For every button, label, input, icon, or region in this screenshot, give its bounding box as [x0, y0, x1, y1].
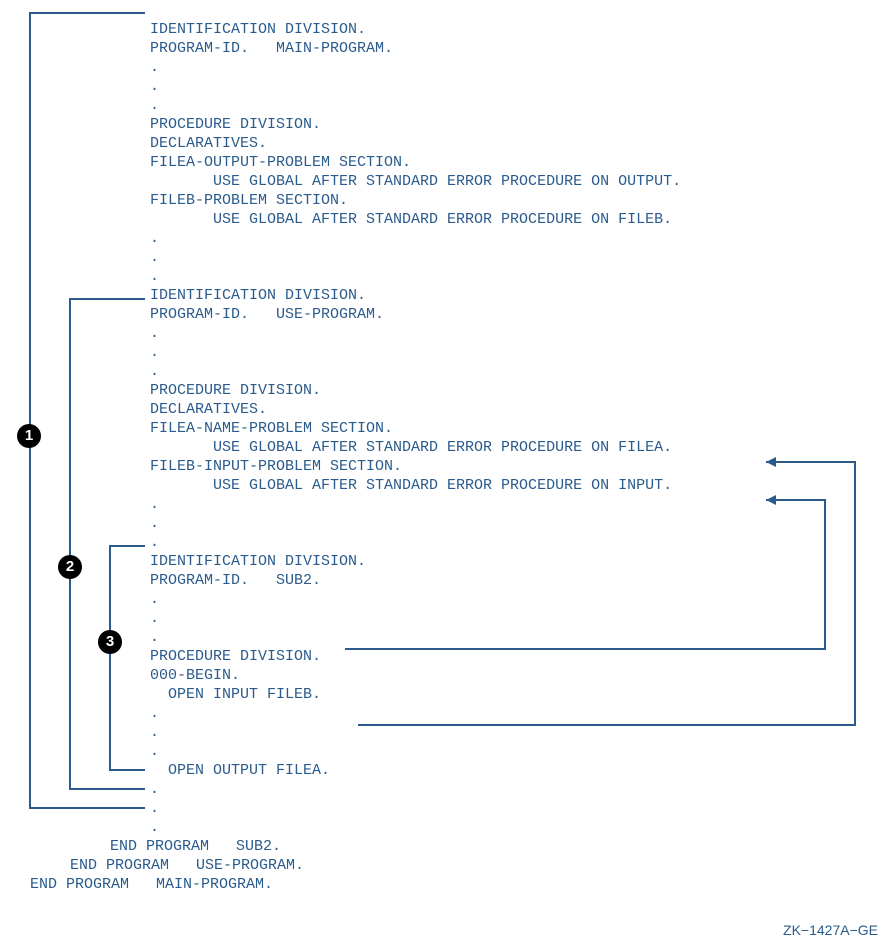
dots-2a: . . . — [150, 324, 874, 381]
prog3-progid: PROGRAM-ID. SUB2. — [150, 571, 874, 590]
prog1-sec1: FILEA-OUTPUT-PROBLEM SECTION. — [150, 153, 874, 172]
prog2-sec2: FILEB-INPUT-PROBLEM SECTION. — [150, 457, 874, 476]
prog1-progid: PROGRAM-ID. MAIN-PROGRAM. — [150, 39, 874, 58]
badge-2: 2 — [58, 555, 82, 579]
prog1-sec2: FILEB-PROBLEM SECTION. — [150, 191, 874, 210]
prog2-procdiv: PROCEDURE DIVISION. — [150, 381, 874, 400]
dots-3c: . . . — [150, 780, 874, 837]
dots-1b: . . . — [150, 229, 874, 286]
diagram-root: 1 2 3 IDENTIFICATION DIVISION. PROGRAM-I… — [0, 0, 894, 914]
dots-3a: . . . — [150, 590, 874, 647]
prog1-decl: DECLARATIVES. — [150, 134, 874, 153]
dots-3b: . . . — [150, 704, 874, 761]
dots-2b: . . . — [150, 495, 874, 552]
prog3-procdiv: PROCEDURE DIVISION. — [150, 647, 874, 666]
prog3-begin: 000-BEGIN. — [150, 666, 874, 685]
brackets-svg — [0, 0, 150, 820]
badge-1: 1 — [17, 424, 41, 448]
prog2-decl: DECLARATIVES. — [150, 400, 874, 419]
prog2-progid: PROGRAM-ID. USE-PROGRAM. — [150, 305, 874, 324]
end-main: END PROGRAM MAIN-PROGRAM. — [30, 875, 874, 894]
prog1-id-div: IDENTIFICATION DIVISION. — [150, 20, 874, 39]
end-sub2: END PROGRAM SUB2. — [110, 837, 874, 856]
dots-1a: . . . — [150, 58, 874, 115]
figure-id: ZK−1427A−GE — [0, 914, 894, 948]
prog2-use2: USE GLOBAL AFTER STANDARD ERROR PROCEDUR… — [150, 476, 874, 495]
badge-3: 3 — [98, 630, 122, 654]
prog1-use1: USE GLOBAL AFTER STANDARD ERROR PROCEDUR… — [150, 172, 874, 191]
prog3-id-div: IDENTIFICATION DIVISION. — [150, 552, 874, 571]
prog3-open-fileb: OPEN INPUT FILEB. — [150, 685, 874, 704]
prog3-open-filea: OPEN OUTPUT FILEA. — [150, 761, 874, 780]
prog2-use1: USE GLOBAL AFTER STANDARD ERROR PROCEDUR… — [150, 438, 874, 457]
prog1-use2: USE GLOBAL AFTER STANDARD ERROR PROCEDUR… — [150, 210, 874, 229]
prog1-procdiv: PROCEDURE DIVISION. — [150, 115, 874, 134]
prog2-sec1: FILEA-NAME-PROBLEM SECTION. — [150, 419, 874, 438]
prog2-id-div: IDENTIFICATION DIVISION. — [150, 286, 874, 305]
